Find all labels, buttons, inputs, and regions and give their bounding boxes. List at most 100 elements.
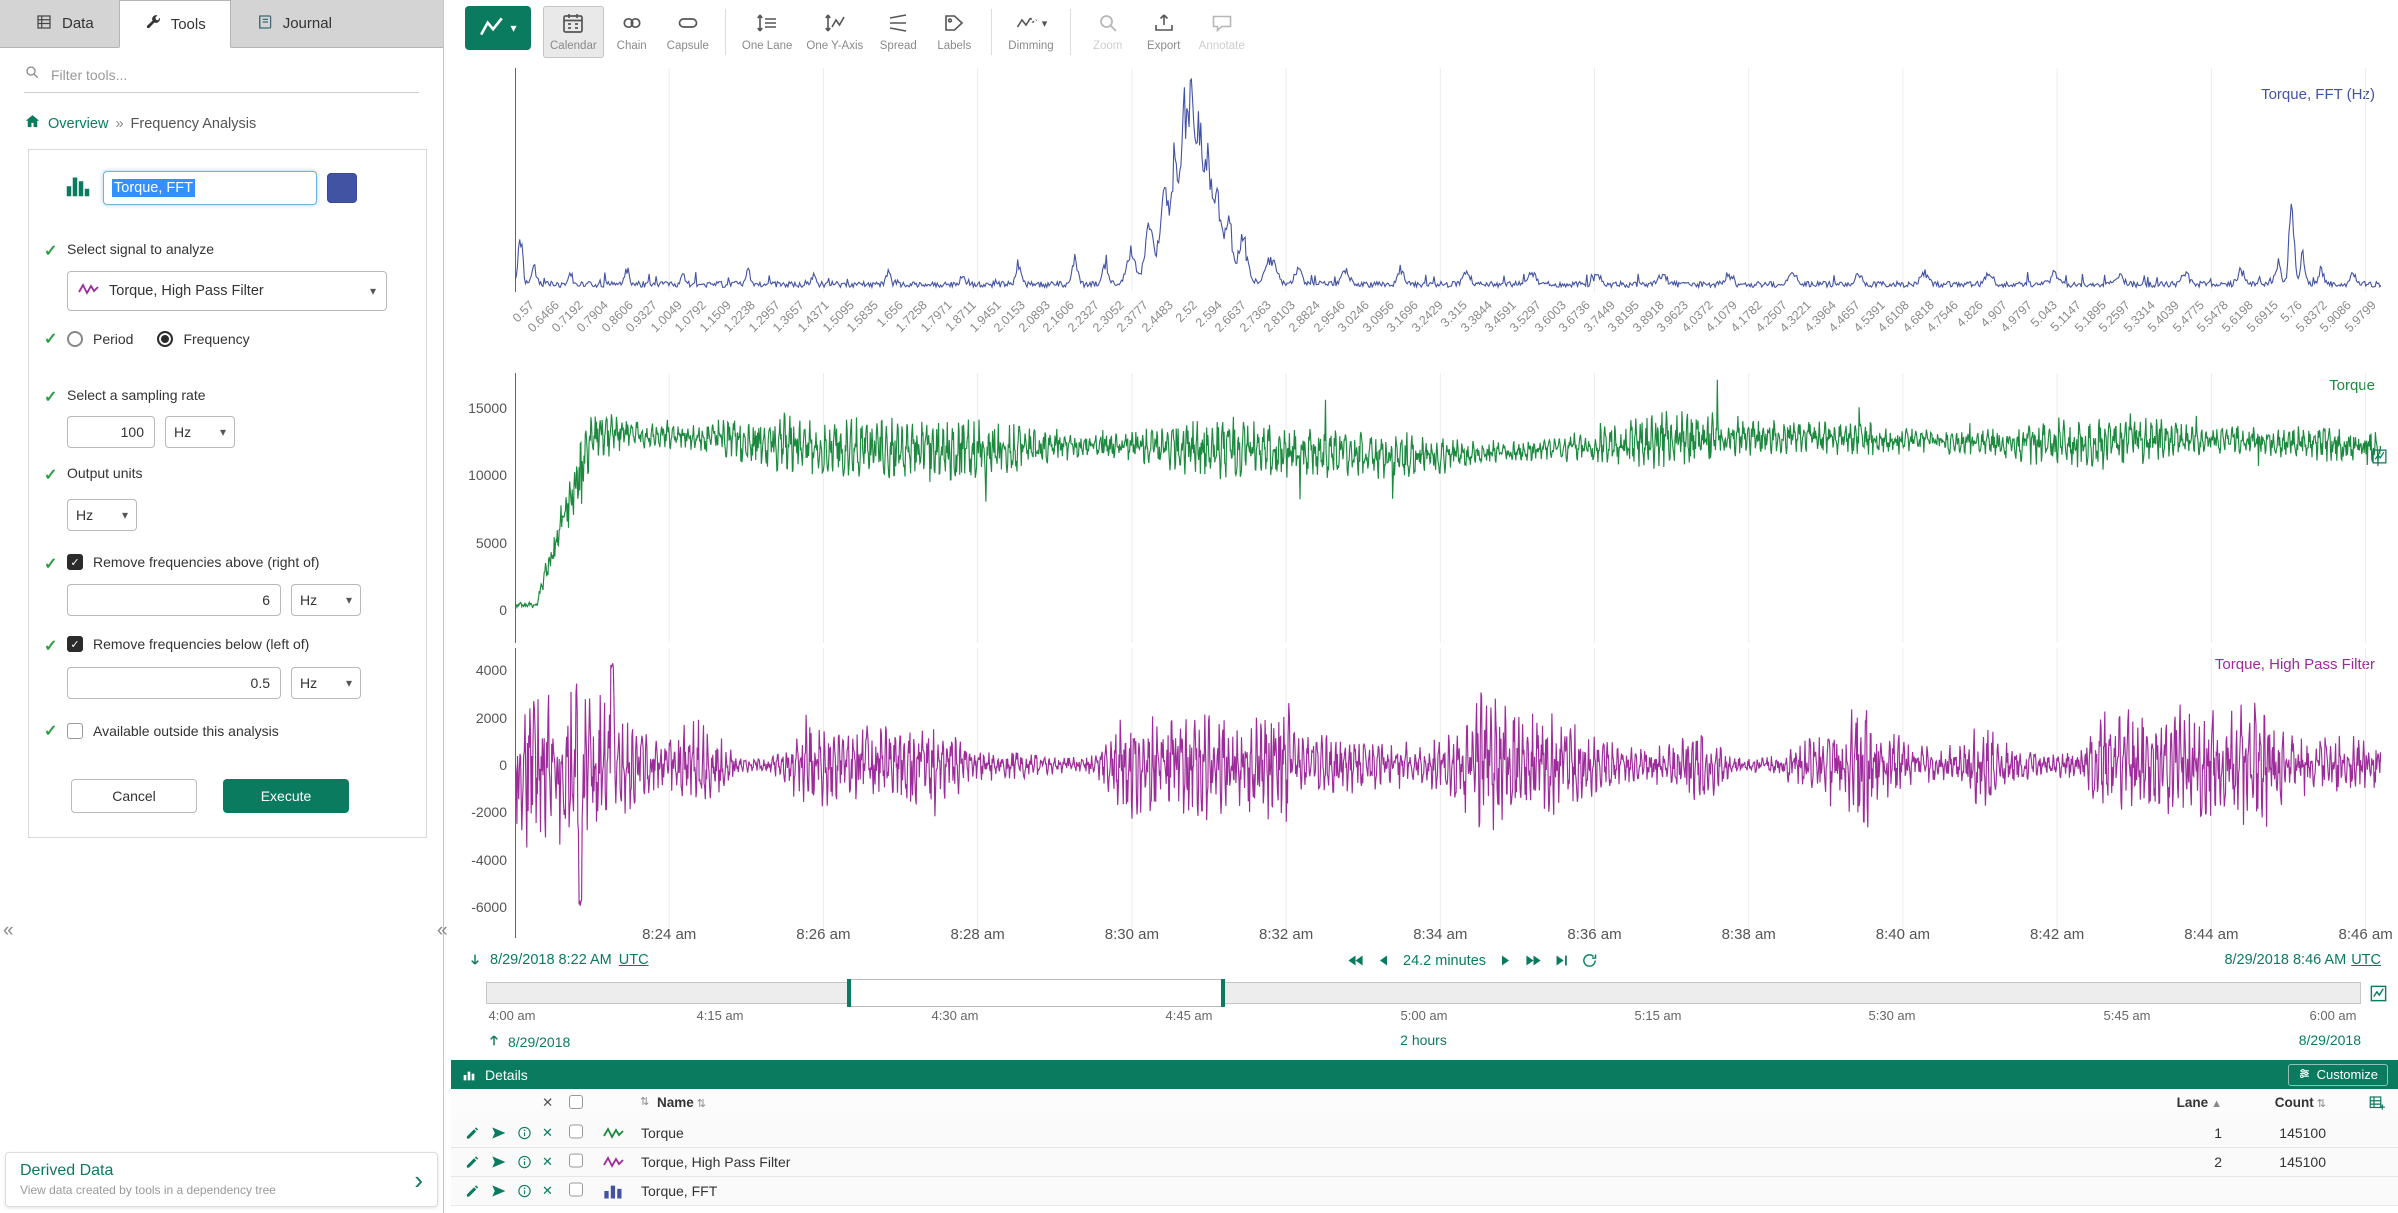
select-all-checkbox[interactable]	[569, 1095, 583, 1112]
chevron-down-icon: ▾	[346, 676, 352, 690]
step-back-fast-icon[interactable]	[1347, 952, 1364, 969]
table-row[interactable]: ✕Torque, High Pass Filter2145100	[451, 1148, 2398, 1177]
hpf-chart-lane[interactable]: Torque, High Pass Filter	[515, 648, 2381, 938]
toolbar-button-labels[interactable]: Labels	[926, 6, 982, 58]
y-tick-label: 0	[499, 602, 507, 618]
timeline-window-label[interactable]: 2 hours	[1400, 1032, 1447, 1048]
torque-chart-lane[interactable]: Torque	[515, 373, 2381, 643]
info-icon[interactable]	[517, 1126, 532, 1141]
cancel-button[interactable]: Cancel	[71, 779, 197, 813]
period-radio[interactable]	[67, 331, 83, 347]
hpf-y-axis[interactable]: 400020000-2000-4000-6000	[445, 648, 507, 938]
range-duration[interactable]: 24.2 minutes	[1403, 953, 1486, 969]
remove-below-section: ✓ ✓ Remove frequencies below (left of) H…	[37, 636, 414, 699]
signal-select[interactable]: Torque, High Pass Filter ▾	[67, 271, 387, 311]
result-name-input[interactable]: Torque, FFT	[103, 171, 317, 205]
row-name[interactable]: Torque	[641, 1125, 684, 1141]
fft-chart-lane[interactable]: Torque, FFT (Hz)	[515, 68, 2381, 292]
edit-icon[interactable]	[465, 1126, 480, 1141]
step-forward-fast-icon[interactable]	[1525, 952, 1542, 969]
timeline-selection[interactable]	[847, 979, 1226, 1007]
row-name[interactable]: Torque, High Pass Filter	[641, 1154, 790, 1170]
edit-icon[interactable]	[465, 1184, 480, 1199]
send-to-trend-icon[interactable]	[491, 1155, 506, 1170]
tab-data[interactable]: Data	[10, 0, 119, 47]
trend-chart-icon	[479, 14, 505, 43]
remove-above-unit-select[interactable]: Hz ▾	[291, 584, 361, 616]
sidebar: Data Tools Journal Overview » Frequency …	[0, 0, 444, 1213]
lane-options-icon[interactable]	[2371, 448, 2388, 470]
chevron-right-icon: ›	[414, 1170, 423, 1190]
chevron-down-icon: ▾	[122, 508, 128, 522]
toolbar-button-capsule[interactable]: Capsule	[660, 6, 716, 58]
step-to-end-icon[interactable]	[1553, 952, 1570, 969]
derived-data-subtitle: View data created by tools in a dependen…	[20, 1183, 276, 1197]
remove-icon[interactable]: ✕	[542, 1154, 553, 1170]
execute-button[interactable]: Execute	[223, 779, 349, 813]
breadcrumb-overview-link[interactable]: Overview	[48, 116, 108, 132]
remove-icon[interactable]: ✕	[542, 1183, 553, 1199]
toolbar-button-export[interactable]: Export	[1136, 6, 1192, 58]
remove-above-input[interactable]	[67, 584, 281, 616]
tab-journal[interactable]: Journal	[231, 0, 357, 47]
frequency-radio[interactable]	[157, 331, 173, 347]
toolbar-button-chain[interactable]: Chain	[604, 6, 660, 58]
remove-above-checkbox[interactable]: ✓	[67, 554, 83, 570]
remove-below-unit-select[interactable]: Hz ▾	[291, 667, 361, 699]
toolbar-button-annotate[interactable]: Annotate	[1192, 6, 1252, 58]
step-forward-icon[interactable]	[1497, 952, 1514, 969]
table-row[interactable]: ✕ Torque, FFT	[451, 1177, 2398, 1206]
row-checkbox[interactable]	[569, 1183, 583, 1200]
timezone-link[interactable]: UTC	[2351, 952, 2381, 968]
time-tick-label: 8:36 am	[1567, 926, 1621, 943]
edit-icon[interactable]	[465, 1155, 480, 1170]
table-row[interactable]: ✕Torque1145100	[451, 1119, 2398, 1148]
toolbar-button-calendar[interactable]: Calendar	[543, 6, 604, 58]
toolbar-button-label: Annotate	[1199, 40, 1245, 52]
toolbar-button-spread[interactable]: Spread	[870, 6, 926, 58]
toolbar-button-one-lane[interactable]: One Lane	[735, 6, 800, 58]
arrow-down-icon	[467, 952, 483, 968]
remove-icon[interactable]: ✕	[542, 1125, 553, 1141]
view-mode-button[interactable]: ▾	[465, 6, 531, 50]
toolbar-button-dimming[interactable]: ▾Dimming	[1001, 6, 1060, 58]
toolbar-button-zoom[interactable]: Zoom	[1080, 6, 1136, 58]
color-swatch[interactable]	[327, 173, 357, 203]
toolbar-button-label: Labels	[937, 40, 971, 52]
add-column-icon[interactable]	[2368, 1094, 2386, 1115]
collapse-sidebar-icon[interactable]: «	[437, 920, 448, 942]
tab-tools[interactable]: Tools	[119, 0, 231, 48]
collapse-panel-icon[interactable]: «	[3, 920, 14, 942]
refresh-icon[interactable]	[1581, 952, 1598, 969]
time-tick-label: 8:44 am	[2184, 926, 2238, 943]
row-checkbox[interactable]	[569, 1154, 583, 1171]
send-to-trend-icon[interactable]	[491, 1184, 506, 1199]
available-outside-checkbox[interactable]	[67, 723, 83, 739]
row-checkbox[interactable]	[569, 1125, 583, 1142]
remove-column-icon[interactable]: ✕	[542, 1095, 553, 1111]
derived-data-card[interactable]: Derived Data View data created by tools …	[5, 1152, 438, 1207]
filter-tools-input[interactable]	[49, 66, 419, 84]
send-to-trend-icon[interactable]	[491, 1126, 506, 1141]
name-column-header[interactable]: Name⇅	[657, 1095, 706, 1110]
sampling-rate-input[interactable]	[67, 416, 155, 448]
sort-icon[interactable]: ⇅	[640, 1095, 649, 1108]
timeline-chart-icon[interactable]	[2369, 984, 2388, 1008]
toolbar-button-label: One Y-Axis	[806, 40, 863, 52]
step-back-icon[interactable]	[1375, 952, 1392, 969]
remove-below-input[interactable]	[67, 667, 281, 699]
info-icon[interactable]	[517, 1155, 532, 1170]
count-column-header[interactable]: Count⇅	[2246, 1095, 2326, 1110]
output-unit-select[interactable]: Hz ▾	[67, 499, 137, 531]
customize-button[interactable]: Customize	[2288, 1064, 2388, 1086]
timeline-bar[interactable]	[486, 982, 2361, 1004]
remove-below-checkbox[interactable]: ✓	[67, 636, 83, 652]
info-icon[interactable]	[517, 1184, 532, 1199]
timeline-scrubber: 4:00 am4:15 am4:30 am4:45 am5:00 am5:15 …	[486, 982, 2361, 1025]
timezone-link[interactable]: UTC	[619, 952, 649, 968]
lane-column-header[interactable]: Lane▲	[2152, 1095, 2222, 1110]
sampling-unit-select[interactable]: Hz ▾	[165, 416, 235, 448]
toolbar-button-one-y-axis[interactable]: One Y-Axis	[799, 6, 870, 58]
torque-y-axis[interactable]: 150001000050000	[445, 373, 507, 643]
row-name[interactable]: Torque, FFT	[641, 1183, 717, 1199]
